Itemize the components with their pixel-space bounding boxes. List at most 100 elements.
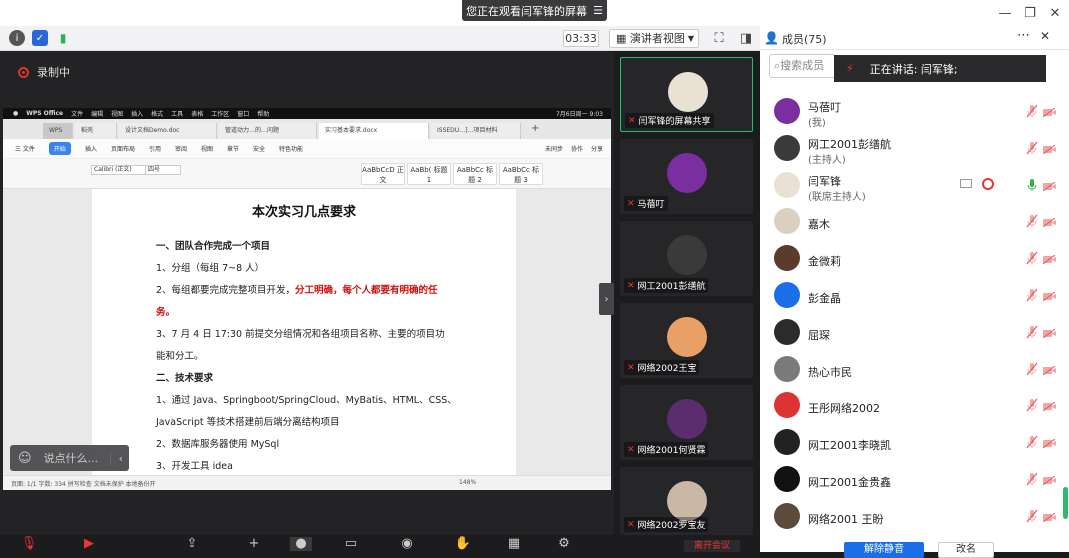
add-tab-icon[interactable]: + [531,123,539,134]
apps-icon[interactable]: ▦ [503,537,525,551]
mic-muted-icon[interactable] [1026,214,1038,228]
wps-menu-item[interactable]: 审阅 [175,144,187,153]
style-heading1[interactable]: AaBb( 标题 1 [407,163,451,185]
member-row[interactable]: 网工2001李晓凯 [760,425,1060,461]
sidebar-toggle-icon[interactable]: ◨ [738,30,754,46]
tab-document[interactable]: ISSEDU…]…项目材料 [431,123,521,139]
chat-icon[interactable]: ▭ [340,537,362,551]
mic-muted-icon[interactable] [1026,398,1038,412]
mic-muted-icon[interactable] [1026,325,1038,339]
wps-menu-item[interactable]: 章节 [227,144,239,153]
camera-off-icon[interactable] [1042,180,1056,191]
camera-off-icon[interactable] [1042,290,1056,302]
mic-muted-icon[interactable] [1026,435,1038,449]
mic-muted-icon[interactable] [1026,288,1038,302]
mic-muted-icon[interactable] [1026,362,1038,376]
wps-menu-item[interactable]: 页面布局 [111,144,135,153]
signal-icon[interactable]: ▮ [55,30,71,46]
unmute-button[interactable]: 解除静音 [844,542,924,558]
tab-document-active[interactable]: 实习基本要求.docx [319,123,429,139]
camera-off-icon[interactable] [1042,106,1056,118]
leave-meeting-button[interactable]: 离开会议 [684,540,740,552]
invite-icon[interactable]: + [243,537,265,551]
camera-off-icon[interactable]: ▶ [78,537,100,551]
member-row[interactable]: 马蓓叮 (我) [760,94,1060,130]
camera-off-icon[interactable] [1042,511,1056,523]
zoom-level[interactable]: 148% [459,479,476,486]
wps-menu-file[interactable]: 三 文件 [15,144,35,153]
view-mode-button[interactable]: ▦ 演讲者视图 ▼ [609,29,699,48]
mic-muted-icon[interactable] [1026,251,1038,265]
camera-off-icon[interactable] [1042,216,1056,228]
camera-off-icon[interactable] [1042,327,1056,339]
video-tile[interactable]: ✕ 网络2001何贤霖 [620,385,753,460]
minimize-button[interactable]: — [994,3,1016,23]
mic-on-icon[interactable] [1026,178,1038,192]
camera-off-icon[interactable] [1042,400,1056,412]
camera-off-icon[interactable] [1042,474,1056,486]
member-row[interactable]: 嘉木 [760,204,1060,240]
video-tile[interactable]: ✕ 马蓓叮 [620,139,753,214]
wps-menu-start[interactable]: 开始 [48,142,71,155]
camera-off-icon[interactable] [1042,253,1056,265]
emoji-icon[interactable]: ☺ [18,451,32,466]
close-panel-icon[interactable]: ✕ [1040,29,1050,43]
wps-menu-item[interactable]: 插入 [85,144,97,153]
wps-sync-status[interactable]: 未同步 [545,144,563,153]
wps-menu-item[interactable]: 安全 [253,144,265,153]
mic-muted-icon[interactable] [1026,472,1038,486]
chat-input[interactable]: ☺ 说点什么... ‹ [10,445,129,471]
members-icon[interactable]: ● [290,537,312,551]
chevron-left-icon[interactable]: ‹ [109,451,123,465]
tab-document[interactable]: 设计文档Demo.doc [119,123,217,139]
rename-button[interactable]: 改名 [938,542,994,558]
tab-daoke[interactable]: 稻壳 [75,123,117,139]
wps-menu-item[interactable]: 视图 [201,144,213,153]
member-row[interactable]: 网络2001 王盼 [760,499,1060,535]
screen-share-banner[interactable]: 您正在观看闫军锋的屏幕 ☰ [462,0,607,21]
collapse-strip-button[interactable]: › [599,283,614,315]
menu-icon[interactable]: ☰ [593,4,603,17]
video-tile[interactable]: ✕ 闫军锋的屏幕共享 [620,57,753,132]
style-heading2[interactable]: AaBbCc 标题 2 [453,163,497,185]
font-size-select[interactable]: 四号 [145,165,181,175]
member-row[interactable]: 彭金晶 [760,278,1060,314]
more-icon[interactable]: ⋯ [1017,28,1030,43]
member-row[interactable]: 闫军锋 (联席主持人) [760,168,1060,204]
camera-off-icon[interactable] [1042,364,1056,375]
mic-muted-icon[interactable]: 🎙 [18,537,40,551]
video-tile[interactable]: ✕ 网工2001彭缮航 [620,221,753,296]
style-heading3[interactable]: AaBbCc 标题 3 [499,163,543,185]
member-row[interactable]: 热心市民 [760,352,1060,388]
member-row[interactable]: 王彤网络2002 [760,388,1060,424]
record-button-icon[interactable]: ◉ [396,537,418,551]
shield-icon[interactable]: ✓ [32,30,48,46]
info-icon[interactable]: i [9,30,25,46]
camera-off-icon[interactable] [1042,437,1056,449]
document-page[interactable]: 本次实习几点要求 一、团队合作完成一个项目 1、分组（每组 7~8 人） 2、每… [92,189,516,475]
mic-muted-icon[interactable] [1026,141,1038,155]
font-name-select[interactable]: Calibri (正文) [91,165,151,175]
wps-menu-item[interactable]: 引用 [149,144,161,153]
wps-menu-item[interactable]: 特色功能 [279,144,303,153]
fullscreen-icon[interactable]: ⛶ [711,30,727,46]
mic-muted-icon[interactable] [1026,509,1038,523]
mic-muted-icon[interactable] [1026,104,1038,118]
raise-hand-icon[interactable]: ✋ [452,537,474,551]
member-row[interactable]: 金微莉 [760,241,1060,277]
member-list-scrollbar[interactable] [1063,487,1068,519]
tab-wps[interactable]: WPS [43,123,73,139]
member-search-input[interactable]: ⌕搜索成员 [769,54,836,78]
member-row[interactable]: 网工2001彭缮航 (主持人) [760,131,1060,167]
tab-document[interactable]: 管道动力…的…问题 [219,123,317,139]
video-tile[interactable]: ✕ 网络2002王宝 [620,303,753,378]
member-row[interactable]: 屈琛 [760,315,1060,351]
video-tile[interactable]: ✕ 网络2002罗宝友 [620,467,753,535]
maximize-button[interactable]: ❐ [1019,3,1041,23]
settings-icon[interactable]: ⚙ [553,537,575,551]
close-button[interactable]: ✕ [1044,3,1066,23]
member-row[interactable]: 网工2001金贵鑫 [760,462,1060,498]
share-screen-icon[interactable]: ⇪ [181,537,203,551]
wps-share-button[interactable]: 分享 [591,144,603,153]
wps-collab-button[interactable]: 协作 [571,144,583,153]
